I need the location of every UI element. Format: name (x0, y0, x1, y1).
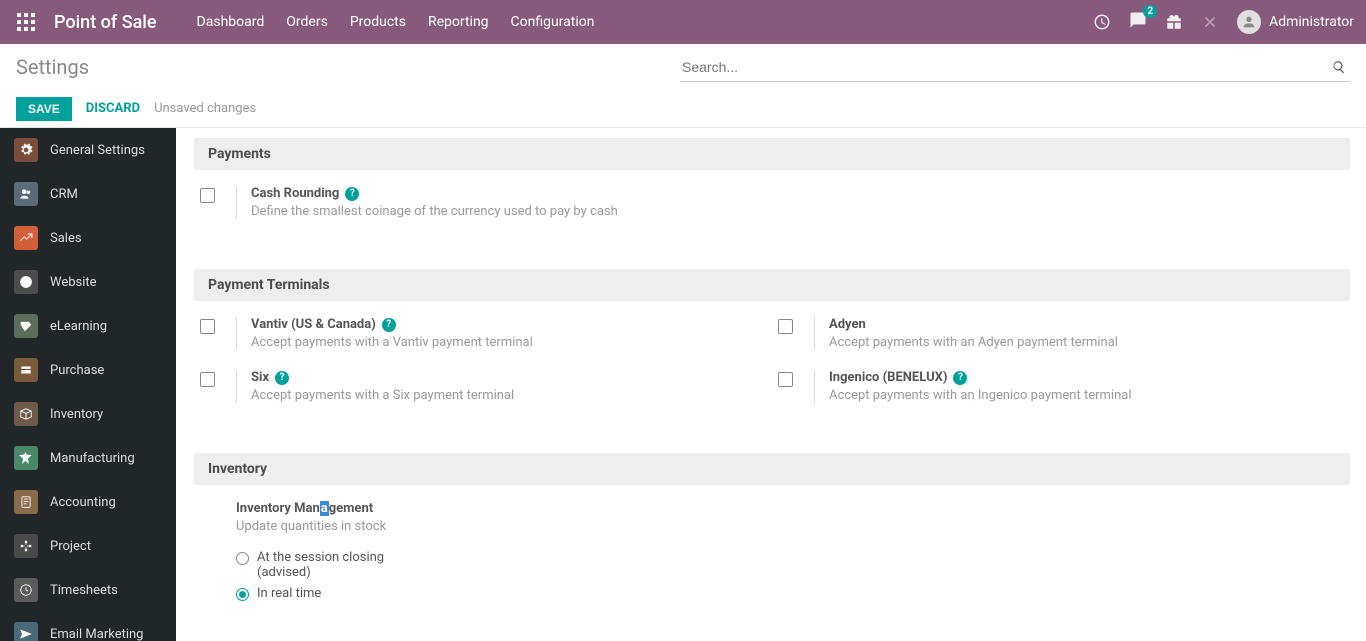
sidebar-item-project[interactable]: Project (0, 524, 176, 568)
cash-rounding-title: Cash Rounding (251, 186, 339, 201)
setting-inventory-mgmt: Inventory Management Update quantities i… (194, 501, 1350, 621)
sidebar-item-label: Sales (50, 231, 82, 246)
search-wrap (680, 52, 1350, 82)
sidebar-icon (14, 534, 38, 558)
avatar (1237, 10, 1261, 34)
help-icon[interactable]: ? (275, 371, 289, 385)
sidebar-item-purchase[interactable]: Purchase (0, 348, 176, 392)
search-icon[interactable] (1332, 60, 1346, 74)
messages-button[interactable]: 2 (1129, 11, 1147, 33)
sidebar-item-website[interactable]: Website (0, 260, 176, 304)
inventory-opt-realtime[interactable]: In real time (236, 586, 1330, 601)
sidebar-icon (14, 402, 38, 426)
clock-icon[interactable] (1093, 13, 1111, 31)
sidebar-item-manufacturing[interactable]: Manufacturing (0, 436, 176, 480)
cash-rounding-checkbox[interactable] (200, 188, 215, 203)
adyen-desc: Accept payments with an Adyen payment te… (829, 335, 1330, 350)
apps-icon[interactable] (12, 8, 40, 36)
ingenico-checkbox[interactable] (778, 372, 793, 387)
discard-button[interactable]: DISCARD (86, 101, 140, 116)
brand-title[interactable]: Point of Sale (54, 12, 157, 33)
nav-configuration[interactable]: Configuration (511, 14, 595, 30)
sidebar-item-label: Timesheets (50, 583, 118, 598)
sidebar-icon (14, 226, 38, 250)
sidebar-icon (14, 578, 38, 602)
sidebar-item-accounting[interactable]: Accounting (0, 480, 176, 524)
sidebar-item-label: Inventory (50, 407, 103, 422)
subheader: Settings (0, 44, 1366, 90)
action-bar: SAVE DISCARD Unsaved changes (0, 90, 1366, 128)
setting-adyen: Adyen Accept payments with an Adyen paym… (772, 317, 1350, 370)
setting-cash-rounding: Cash Rounding? Define the smallest coina… (194, 186, 1350, 239)
sidebar-item-label: CRM (50, 187, 78, 202)
settings-sidebar: General Settings CRM Sales Website eLearning… (0, 128, 176, 641)
nav-orders[interactable]: Orders (286, 14, 328, 30)
vantiv-title: Vantiv (US & Canada) (251, 317, 376, 332)
sidebar-item-label: Website (50, 275, 97, 290)
nav-reporting[interactable]: Reporting (428, 14, 489, 30)
cash-rounding-desc: Define the smallest coinage of the curre… (251, 204, 1330, 219)
search-input[interactable] (680, 55, 1332, 79)
vantiv-checkbox[interactable] (200, 319, 215, 334)
sidebar-icon (14, 182, 38, 206)
nav-dashboard[interactable]: Dashboard (197, 14, 265, 30)
six-title: Six (251, 370, 269, 385)
sidebar-icon (14, 446, 38, 470)
sidebar-icon (14, 490, 38, 514)
messages-badge: 2 (1143, 5, 1157, 18)
username: Administrator (1269, 14, 1354, 30)
sidebar-icon (14, 622, 38, 641)
sidebar-icon (14, 138, 38, 162)
page-title: Settings (16, 55, 89, 79)
setting-vantiv: Vantiv (US & Canada)? Accept payments wi… (194, 317, 772, 370)
sidebar-item-label: Project (50, 539, 91, 554)
save-button[interactable]: SAVE (16, 97, 72, 121)
sidebar-item-timesheets[interactable]: Timesheets (0, 568, 176, 612)
six-desc: Accept payments with a Six payment termi… (251, 388, 752, 403)
six-checkbox[interactable] (200, 372, 215, 387)
sidebar-item-label: Purchase (50, 363, 104, 378)
sidebar-item-elearning[interactable]: eLearning (0, 304, 176, 348)
ingenico-desc: Accept payments with an Ingenico payment… (829, 388, 1330, 403)
setting-ingenico: Ingenico (BENELUX)? Accept payments with… (772, 370, 1350, 423)
sidebar-icon (14, 358, 38, 382)
section-terminals-title: Payment Terminals (194, 269, 1350, 301)
sidebar-icon (14, 270, 38, 294)
section-payments-title: Payments (194, 138, 1350, 170)
sidebar-item-general-settings[interactable]: General Settings (0, 128, 176, 172)
nav-products[interactable]: Products (350, 14, 406, 30)
sidebar-icon (14, 314, 38, 338)
inventory-opt-session[interactable]: At the session closing (advised) (236, 550, 1330, 580)
sidebar-item-sales[interactable]: Sales (0, 216, 176, 260)
user-menu[interactable]: Administrator (1237, 10, 1354, 34)
unsaved-label: Unsaved changes (154, 101, 256, 116)
close-icon[interactable] (1201, 13, 1219, 31)
sidebar-item-inventory[interactable]: Inventory (0, 392, 176, 436)
sidebar-item-crm[interactable]: CRM (0, 172, 176, 216)
sidebar-item-label: Accounting (50, 495, 116, 510)
radio-icon (236, 588, 249, 601)
help-icon[interactable]: ? (345, 187, 359, 201)
adyen-title: Adyen (829, 317, 866, 332)
setting-six: Six? Accept payments with a Six payment … (194, 370, 772, 423)
help-icon[interactable]: ? (382, 318, 396, 332)
sidebar-item-label: General Settings (50, 143, 145, 158)
sidebar-item-label: Manufacturing (50, 451, 135, 466)
adyen-checkbox[interactable] (778, 319, 793, 334)
topbar-right: 2 Administrator (1093, 10, 1354, 34)
gift-icon[interactable] (1165, 13, 1183, 31)
radio-icon (236, 552, 249, 565)
sidebar-item-label: eLearning (50, 319, 107, 334)
nav-menu: Dashboard Orders Products Reporting Conf… (197, 14, 595, 30)
sidebar-item-label: Email Marketing (50, 627, 143, 641)
ingenico-title: Ingenico (BENELUX) (829, 370, 947, 385)
sidebar-item-email-marketing[interactable]: Email Marketing (0, 612, 176, 641)
inventory-mgmt-desc: Update quantities in stock (236, 519, 1330, 534)
vantiv-desc: Accept payments with a Vantiv payment te… (251, 335, 752, 350)
topbar: Point of Sale Dashboard Orders Products … (0, 0, 1366, 44)
help-icon[interactable]: ? (953, 371, 967, 385)
section-inventory-title: Inventory (194, 453, 1350, 485)
settings-content: Payments Cash Rounding? Define the small… (176, 128, 1366, 641)
inventory-mgmt-title: Inventory Management (236, 501, 373, 516)
